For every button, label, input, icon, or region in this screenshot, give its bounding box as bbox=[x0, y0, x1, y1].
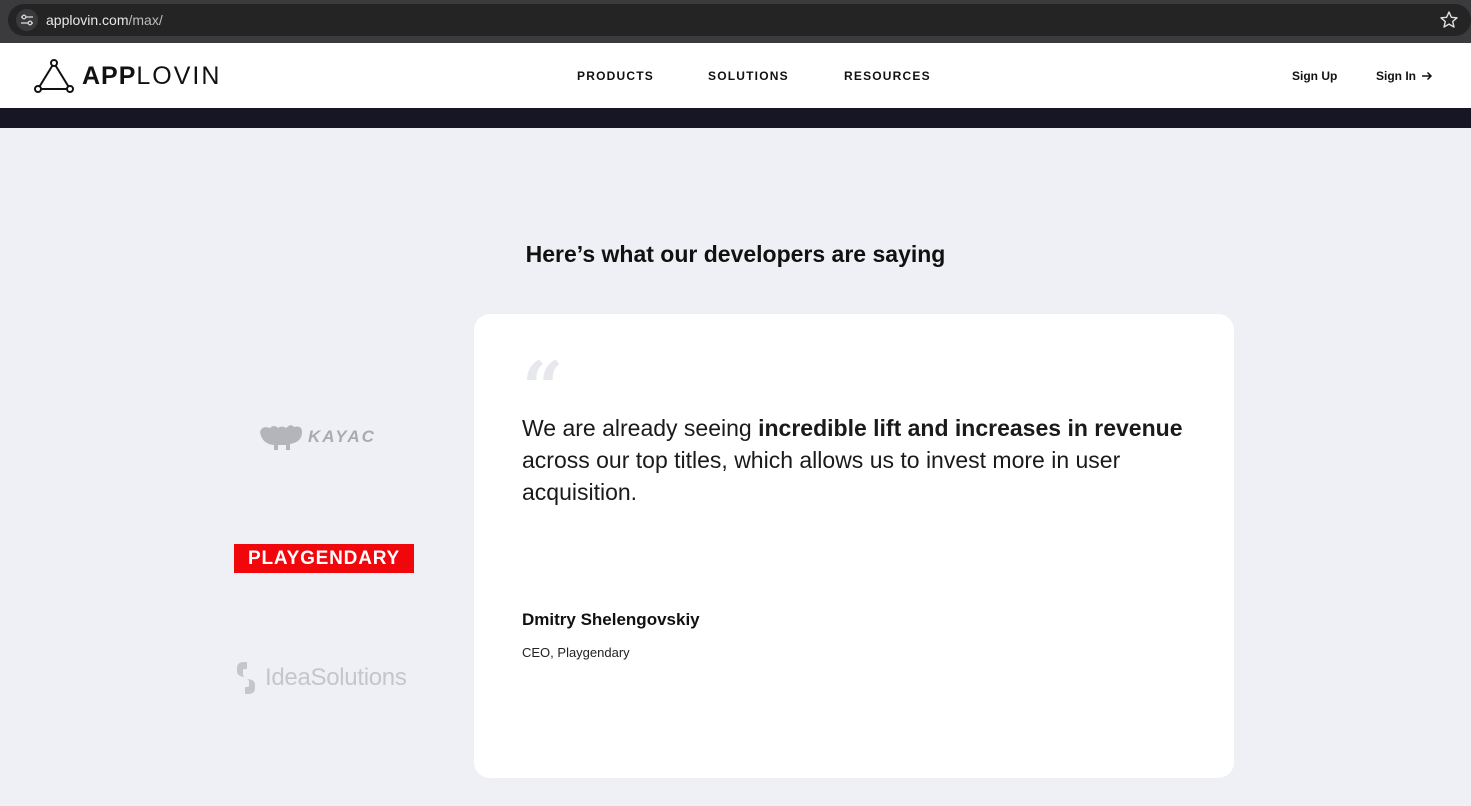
partner-logo-ideasolutions[interactable]: IdeaSolutions bbox=[233, 658, 418, 698]
testimonial-quote: We are already seeing incredible lift an… bbox=[522, 415, 1183, 505]
sign-up-link[interactable]: Sign Up bbox=[1292, 69, 1337, 83]
partner-logo-kayac[interactable]: KAYAC bbox=[258, 420, 390, 454]
arrow-right-icon bbox=[1422, 71, 1433, 81]
kayac-wordmark: KAYAC bbox=[308, 427, 376, 446]
ideasolutions-wordmark: IdeaSolutions bbox=[265, 664, 407, 691]
ideasolutions-icon bbox=[237, 662, 255, 694]
nav-resources[interactable]: RESOURCES bbox=[844, 69, 931, 83]
browser-toolbar: applovin.com/max/ bbox=[0, 0, 1471, 43]
site-header: APPLOVIN PRODUCTS SOLUTIONS RESOURCES Si… bbox=[0, 43, 1471, 108]
author-name: Dmitry Shelengovskiy bbox=[522, 610, 700, 629]
url-text[interactable]: applovin.com/max/ bbox=[46, 12, 163, 28]
site-settings-icon[interactable] bbox=[16, 9, 38, 31]
sign-in-link[interactable]: Sign In bbox=[1376, 69, 1433, 83]
logo-wordmark: APPLOVIN bbox=[82, 61, 222, 90]
url-path: /max/ bbox=[128, 12, 163, 28]
partner-logo-playgendary[interactable]: PLAYGENDARY bbox=[234, 544, 414, 573]
author-role: CEO, Playgendary bbox=[522, 645, 630, 660]
address-bar[interactable]: applovin.com/max/ bbox=[8, 4, 1471, 36]
bookmark-star-icon[interactable] bbox=[1439, 10, 1459, 30]
url-domain: applovin.com bbox=[46, 12, 129, 28]
applovin-logo[interactable]: APPLOVIN bbox=[34, 59, 221, 93]
nav-products[interactable]: PRODUCTS bbox=[577, 69, 654, 83]
dark-banner-strip bbox=[0, 108, 1471, 128]
nav-solutions[interactable]: SOLUTIONS bbox=[708, 69, 789, 83]
kayac-mascot-icon bbox=[260, 425, 302, 450]
quote-highlight: incredible lift and increases in revenue bbox=[758, 415, 1183, 441]
testimonial-card: “ We are already seeing incredible lift … bbox=[474, 314, 1234, 778]
sign-in-label: Sign In bbox=[1376, 69, 1416, 83]
section-title: Here’s what our developers are saying bbox=[525, 241, 946, 267]
applovin-triangle-icon bbox=[34, 59, 74, 93]
